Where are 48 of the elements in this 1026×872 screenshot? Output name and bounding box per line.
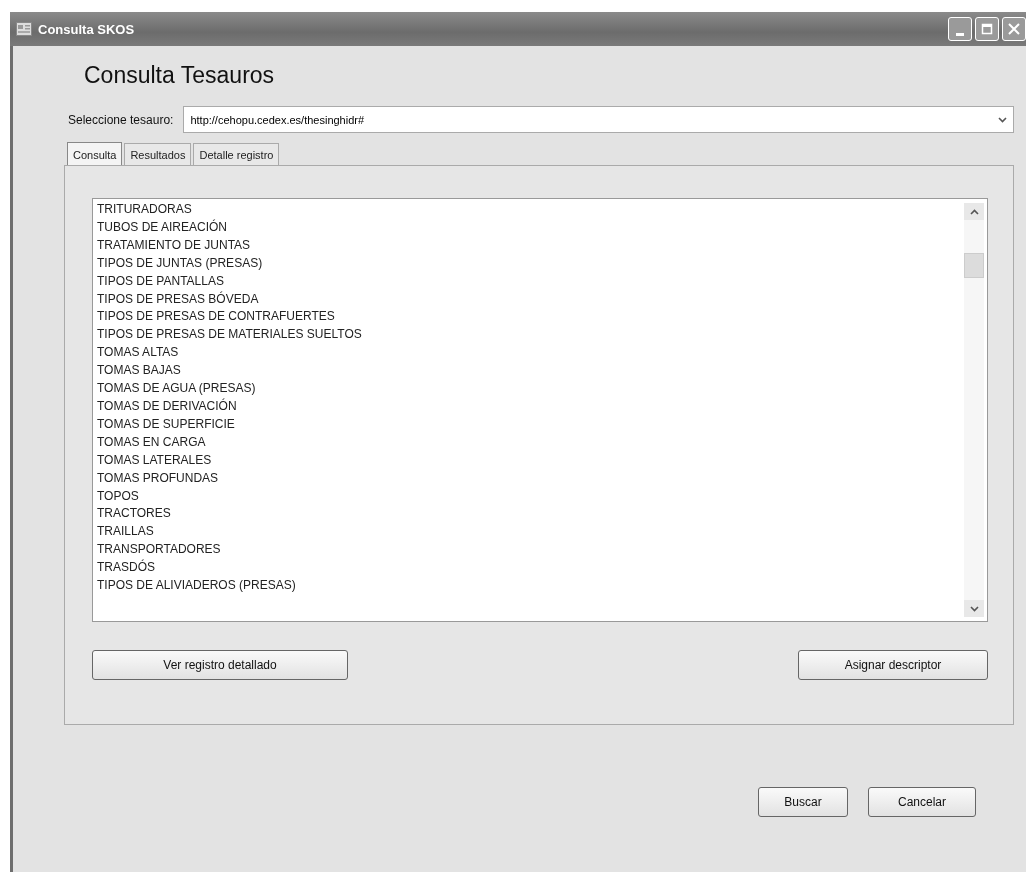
list-item[interactable]: TIPOS DE ALIVIADEROS (PRESAS)	[97, 577, 964, 595]
scroll-thumb[interactable]	[964, 253, 984, 278]
list-item[interactable]: TOMAS DE DERIVACIÓN	[97, 397, 964, 416]
cancel-button[interactable]: Cancelar	[868, 787, 976, 817]
tab[interactable]: Detalle registro	[193, 143, 280, 165]
thesaurus-dropdown[interactable]: http://cehopu.cedex.es/thesinghidr#	[183, 106, 1014, 133]
close-button[interactable]	[1002, 17, 1026, 41]
chevron-down-icon	[997, 116, 1007, 123]
list-item[interactable]: TRANSPORTADORES	[97, 541, 964, 560]
assign-button[interactable]: Asignar descriptor	[798, 650, 988, 680]
scroll-down-button[interactable]	[964, 600, 984, 617]
scrollbar[interactable]	[964, 203, 984, 617]
chevron-down-icon	[969, 605, 979, 612]
dialog-heading: Consulta Tesauros	[84, 62, 276, 89]
list-item[interactable]: TRASDÓS	[97, 559, 964, 578]
search-button[interactable]: Buscar	[758, 787, 848, 817]
list-item[interactable]: TOMAS PROFUNDAS	[97, 469, 964, 488]
list-item[interactable]: TIPOS DE PRESAS BÓVEDA	[97, 290, 964, 309]
list-item[interactable]: TOMAS LATERALES	[97, 451, 964, 470]
list-item[interactable]: TUBOS DE AIREACIÓN	[97, 218, 964, 237]
view-details-button[interactable]: Ver registro detallado	[92, 650, 348, 680]
tab[interactable]: Resultados	[124, 143, 192, 165]
list-item[interactable]: TIPOS DE PRESAS DE CONTRAFUERTES	[97, 308, 964, 327]
minimize-icon	[956, 32, 964, 36]
scroll-up-button[interactable]	[964, 203, 984, 220]
field-label: Seleccione tesauro:	[68, 112, 174, 127]
list-item[interactable]: TRAILLAS	[97, 523, 964, 542]
list-item[interactable]: TOMAS DE AGUA (PRESAS)	[97, 380, 964, 398]
list-item[interactable]: TRITURADORAS	[97, 201, 964, 219]
list-item[interactable]: TRATAMIENTO DE JUNTAS	[97, 236, 964, 255]
list-item[interactable]: TOPOS	[97, 487, 964, 506]
close-icon	[1008, 23, 1020, 35]
list-item[interactable]: TIPOS DE PRESAS DE MATERIALES SUELTOS	[97, 326, 964, 345]
list-item[interactable]: TIPOS DE PANTALLAS	[97, 272, 964, 291]
list-item[interactable]: TOMAS DE SUPERFICIE	[97, 415, 964, 434]
chevron-up-icon	[969, 208, 979, 215]
maximize-button[interactable]	[975, 17, 999, 41]
list-item[interactable]: TRACTORES	[97, 505, 964, 524]
window-title: Consulta SKOS	[38, 21, 135, 37]
maximize-icon	[981, 23, 993, 35]
app-icon	[16, 22, 32, 36]
list-item[interactable]: TIPOS DE JUNTAS (PRESAS)	[97, 254, 964, 273]
list-item[interactable]: TOMAS EN CARGA	[97, 433, 964, 452]
list-item[interactable]: TOMAS BAJAS	[97, 362, 964, 381]
minimize-button[interactable]	[948, 17, 972, 41]
term-list[interactable]	[92, 198, 988, 622]
list-item[interactable]: TOMAS ALTAS	[97, 344, 964, 363]
tab[interactable]: Consulta	[67, 142, 123, 165]
